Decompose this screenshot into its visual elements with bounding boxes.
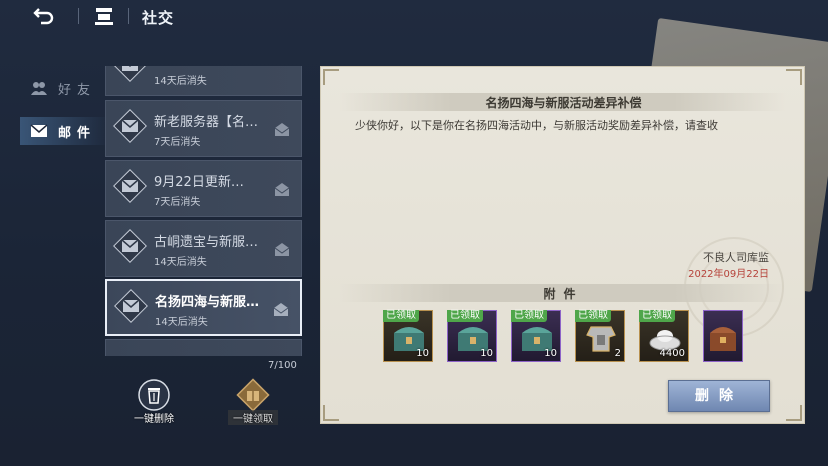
page-title: 社交	[142, 9, 175, 27]
mail-date: 2022年09月22日	[688, 269, 769, 280]
claimed-badge: 已领取	[575, 310, 611, 322]
claimed-badge: 已领取	[639, 310, 675, 322]
corner-ornament	[786, 405, 802, 421]
tab-mail-label: 邮件	[58, 125, 97, 141]
delete-button[interactable]: 删除	[668, 380, 770, 412]
tab-friends[interactable]: 好友	[30, 73, 110, 103]
mail-item-expiry: 14天后消失	[155, 317, 208, 328]
attachment-item[interactable]: 已领取 4400	[639, 310, 689, 362]
tab-mail[interactable]: 邮件	[30, 116, 110, 146]
mail-item-selected[interactable]: 名扬四海与新服… 14天后消失	[105, 279, 302, 336]
treasure-box-icon	[710, 327, 736, 351]
mail-item-expiry: 7天后消失	[154, 197, 201, 208]
opened-mail-icon	[274, 183, 290, 196]
opened-mail-icon	[273, 303, 289, 316]
back-icon[interactable]	[33, 6, 55, 26]
mail-item-title: 古峒遗宝与新服…	[154, 235, 259, 250]
delete-all-label: 一键删除	[134, 414, 174, 425]
attachment-item[interactable]	[703, 310, 743, 362]
trash-icon	[138, 379, 170, 411]
item-quantity: 4400	[659, 348, 685, 359]
opened-mail-icon	[274, 243, 290, 256]
envelope-icon	[122, 299, 140, 312]
attachment-item[interactable]: 已领取 10	[511, 310, 561, 362]
mail-item-title: 9月22日更新…	[154, 175, 244, 190]
claimed-badge: 已领取	[447, 310, 483, 322]
claim-all-label: 一键领取	[228, 410, 278, 425]
mail-item[interactable]: 古峒遗宝与新服… 14天后消失	[105, 220, 302, 277]
mail-item-expiry: 14天后消失	[154, 76, 207, 87]
attachment-item[interactable]: 已领取 10	[383, 310, 433, 362]
mail-item[interactable]: 新老服务器【名… 7天后消失	[105, 100, 302, 157]
mail-sender: 不良人司库监	[703, 251, 769, 264]
envelope-icon	[121, 179, 139, 192]
claimed-badge: 已领取	[511, 310, 547, 322]
home-icon[interactable]	[93, 6, 115, 26]
mail-item[interactable]	[105, 339, 302, 356]
mail-count: 7/100	[268, 360, 297, 371]
armor-icon	[586, 326, 616, 352]
item-quantity: 10	[416, 348, 429, 359]
claim-all-button[interactable]: 一键领取	[228, 378, 278, 425]
corner-ornament	[323, 69, 339, 85]
mail-icon	[30, 124, 48, 137]
item-quantity: 10	[544, 348, 557, 359]
mail-item-expiry: 7天后消失	[154, 137, 201, 148]
gift-icon	[236, 378, 270, 412]
mail-list[interactable]: 14天后消失 新老服务器【名… 7天后消失 9月22日更新… 7天后消失 古峒遗…	[105, 66, 304, 356]
divider	[78, 8, 79, 24]
corner-ornament	[786, 69, 802, 85]
mail-item-title: 名扬四海与新服…	[155, 295, 260, 310]
delete-all-button[interactable]: 一键删除	[129, 378, 179, 425]
envelope-icon	[121, 119, 139, 132]
divider	[128, 8, 129, 24]
claimed-badge: 已领取	[383, 310, 419, 322]
envelope-icon	[121, 239, 139, 252]
mail-detail-panel: 名扬四海与新服活动差异补偿 少侠你好，以下是你在名扬四海活动中，与新服活动奖励差…	[320, 66, 805, 424]
attachments-title: 附件	[543, 287, 584, 301]
attachment-item[interactable]: 已领取 10	[447, 310, 497, 362]
attachment-item[interactable]: 已领取 2	[575, 310, 625, 362]
mail-item-title: 新老服务器【名…	[154, 115, 259, 130]
item-quantity: 2	[614, 348, 621, 359]
mail-title: 名扬四海与新服活动差异补偿	[485, 96, 642, 110]
mail-item[interactable]: 9月22日更新… 7天后消失	[105, 160, 302, 217]
opened-mail-icon	[274, 123, 290, 136]
mail-body: 少侠你好，以下是你在名扬四海活动中，与新服活动奖励差异补偿，请查收	[355, 119, 718, 132]
corner-ornament	[323, 405, 339, 421]
item-quantity: 10	[480, 348, 493, 359]
friends-icon	[31, 82, 47, 95]
tab-friends-label: 好友	[58, 82, 97, 98]
mail-item-expiry: 14天后消失	[154, 257, 207, 268]
mail-item[interactable]: 14天后消失	[105, 66, 302, 96]
envelope-icon	[122, 66, 138, 71]
